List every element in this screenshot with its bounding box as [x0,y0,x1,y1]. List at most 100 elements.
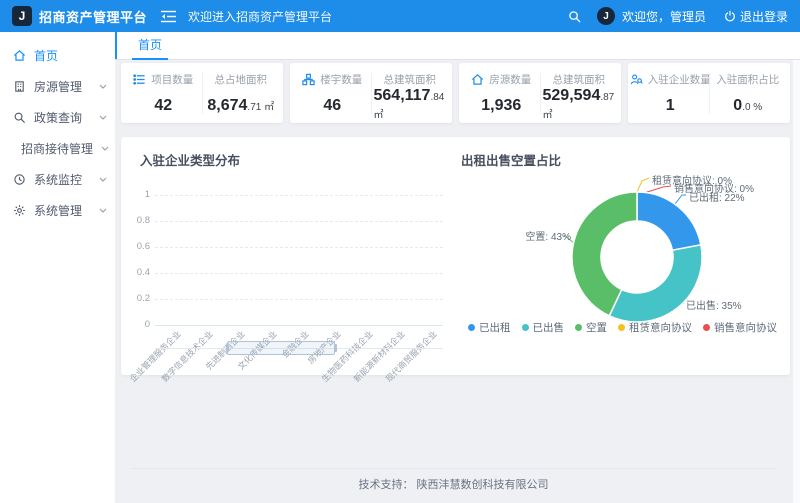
gear-icon [13,204,26,217]
chevron-down-icon [99,115,107,120]
legend-label: 租赁意向协议 [629,320,692,335]
sidebar-item-home[interactable]: 首页 [0,42,115,68]
sidebar-item-label: 招商接待管理 [21,140,93,157]
donut-chart-occupancy: 出租出售空置占比 租赁意向协议: 0% 销售意向协议: 0% 已出租: 22% … [455,137,790,375]
sidebar-item-label: 系统管理 [34,202,91,219]
logo-letter: J [19,9,26,23]
legend-label: 空置 [586,320,607,335]
sidebar-item-monitoring[interactable]: 系统监控 [0,166,115,192]
sidebar: 首页 房源管理 政策查询 招商接待管理 系统监控 系统管理 [0,32,115,503]
chevron-down-icon [99,177,107,182]
datazoom-handle-right[interactable] [334,344,337,352]
stat-value: 564,117.84 ㎡ [374,87,447,123]
card-divider [371,73,372,114]
stat-value: 42 [154,97,172,115]
search-icon [13,111,26,124]
house-icon [471,73,484,86]
stat-label: 楼宇数量 [320,72,362,87]
logout-icon [724,10,736,22]
logout-label: 退出登录 [740,8,788,25]
stat-value: 8,674.71 ㎡ [207,97,274,115]
stat-label: 总建筑面积 [384,72,437,87]
stat-label: 总占地面积 [215,72,268,87]
chevron-down-icon [99,84,107,89]
enterprise-icon [630,73,643,86]
legend-label: 销售意向协议 [714,320,777,335]
stat-card-projects: 项目数量 42 总占地面积 8,674.71 ㎡ [121,63,283,123]
bar-chart-title: 入驻企业类型分布 [140,150,240,169]
bar-chart-enterprise-types: 入驻企业类型分布 1 0.8 0.6 0.4 0.2 0 企业管理服务企业 数字… [121,137,455,375]
building-icon [13,80,26,93]
footer-divider [131,468,776,469]
app-logo: J [12,6,32,26]
legend-item-vacant[interactable]: 空置 [575,320,607,335]
callout-vacant: 空置: 43% [525,228,571,243]
callout-sold: 已出售: 35% [686,297,742,312]
legend-dot [522,324,529,331]
brand-title: 招商资产管理平台 [39,7,147,26]
sidebar-item-housing[interactable]: 房源管理 [0,73,115,99]
legend-item-sold[interactable]: 已出售 [522,320,565,335]
card-divider [202,73,203,114]
stat-label: 总建筑面积 [553,72,606,87]
tab-bar-accent-stripe [115,32,117,59]
datazoom-window[interactable] [227,341,335,355]
donut-chart-title: 出租出售空置占比 [461,150,561,169]
stat-label: 房源数量 [489,72,531,87]
stat-card-enterprises: 入驻企业数量 1 入驻面积占比 0.0 % [628,63,790,123]
stat-value: 1 [666,97,675,115]
monitor-icon [13,173,26,186]
stat-value: 46 [323,97,341,115]
welcome-text: 欢迎进入招商资产管理平台 [188,8,332,25]
donut-legend: 已出租 已出售 空置 租赁意向协议 销售意向协议 [455,320,790,335]
sidebar-item-policy[interactable]: 政策查询 [0,104,115,130]
y-axis-tick: 0.8 [121,215,150,226]
buildings-icon [302,73,315,86]
search-icon[interactable] [568,10,581,23]
legend-dot [575,324,582,331]
stat-card-buildings: 楼宇数量 46 总建筑面积 564,117.84 ㎡ [290,63,452,123]
donut-chart-svg [455,137,790,375]
chevron-down-icon [101,146,109,151]
menu-fold-icon[interactable] [161,10,176,23]
y-axis-tick: 0.6 [121,241,150,252]
card-divider [540,73,541,114]
legend-label: 已出售 [533,320,565,335]
tab-bar: 首页 [115,32,800,60]
callout-rented: 已出租: 22% [689,189,745,204]
sidebar-item-reception[interactable]: 招商接待管理 [0,135,115,161]
user-avatar[interactable]: J [597,7,615,25]
main-content: 项目数量 42 总占地面积 8,674.71 ㎡ 楼宇数量 46 [115,60,792,503]
legend-dot [468,324,475,331]
legend-item-sale-intent[interactable]: 销售意向协议 [703,320,777,335]
y-axis-tick: 0 [121,319,150,330]
sidebar-item-label: 房源管理 [34,78,91,95]
legend-dot [703,324,710,331]
sidebar-item-label: 政策查询 [34,109,91,126]
charts-panel: 入驻企业类型分布 1 0.8 0.6 0.4 0.2 0 企业管理服务企业 数字… [121,137,790,375]
y-axis-tick: 1 [121,189,150,200]
stat-label: 项目数量 [151,72,193,87]
stat-label: 入驻面积占比 [716,72,779,87]
stat-value: 529,594.87 ㎡ [543,87,616,123]
app-window: J 招商资产管理平台 欢迎进入招商资产管理平台 J 欢迎您，管理员 退出登录 首… [0,0,800,503]
logout-button[interactable]: 退出登录 [724,8,788,25]
list-icon [133,73,146,86]
stat-value: 0.0 % [733,97,762,115]
scrollbar-track[interactable] [792,60,800,503]
y-axis-tick: 0.2 [121,293,150,304]
datazoom-handle-left[interactable] [226,344,229,352]
legend-item-rented[interactable]: 已出租 [468,320,511,335]
tab-home[interactable]: 首页 [132,32,168,60]
stat-cards-row: 项目数量 42 总占地面积 8,674.71 ㎡ 楼宇数量 46 [121,63,790,123]
y-axis-tick: 0.4 [121,267,150,278]
sidebar-item-label: 系统监控 [34,171,91,188]
legend-label: 已出租 [479,320,511,335]
user-greeting: 欢迎您，管理员 [622,8,706,25]
card-divider [709,73,710,114]
sidebar-item-settings[interactable]: 系统管理 [0,197,115,223]
app-header: J 招商资产管理平台 欢迎进入招商资产管理平台 J 欢迎您，管理员 退出登录 [0,0,800,32]
stat-label: 入驻企业数量 [648,72,711,87]
footer-text: 技术支持： 陕西沣慧数创科技有限公司 [115,476,792,492]
legend-item-lease-intent[interactable]: 租赁意向协议 [618,320,692,335]
